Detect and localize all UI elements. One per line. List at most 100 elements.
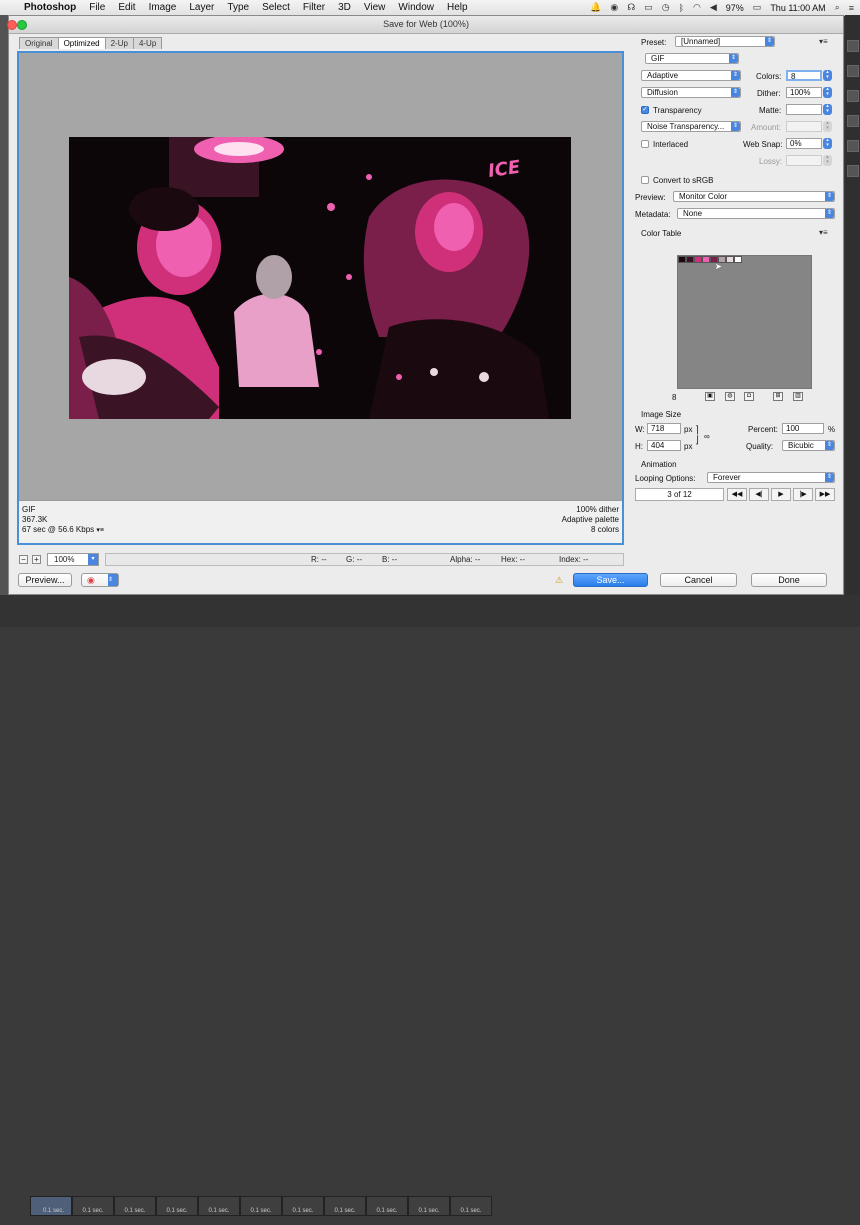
menu-type[interactable]: Type: [221, 2, 256, 13]
done-button[interactable]: Done: [751, 573, 827, 587]
browser-select[interactable]: ◉ ⇕: [81, 573, 119, 587]
trash-icon[interactable]: ▥: [793, 392, 803, 401]
tab-4-up[interactable]: 4-Up: [132, 37, 163, 49]
color-swatch[interactable]: [726, 256, 734, 263]
convert-srgb-checkbox[interactable]: [641, 176, 649, 184]
menu-window[interactable]: Window: [392, 2, 441, 13]
timeline-frame[interactable]: 0.1 sec.: [282, 1196, 324, 1216]
matte-stepper[interactable]: ▴ ▾: [823, 104, 832, 115]
timeline-frame[interactable]: 0.1 sec.: [156, 1196, 198, 1216]
zoom-window-icon[interactable]: [17, 20, 27, 30]
transparency-checkbox[interactable]: ✓: [641, 106, 649, 114]
optimized-preview-pane[interactable]: ICE GIF 367.3K 67 sec @ 56.6 Kbps ▾≡ 100…: [17, 51, 624, 545]
timeline-frame[interactable]: 0.1 sec.: [324, 1196, 366, 1216]
dither-field[interactable]: 100%: [786, 87, 822, 98]
preview-image[interactable]: ICE: [69, 137, 571, 419]
menu-image[interactable]: Image: [143, 2, 184, 13]
record-icon[interactable]: ◉: [610, 2, 618, 13]
spotlight-search-icon[interactable]: ⌕: [835, 2, 840, 13]
panel-icon[interactable]: [847, 115, 859, 127]
map-to-transparent-icon[interactable]: ▣: [705, 392, 715, 401]
menu-edit[interactable]: Edit: [112, 2, 142, 13]
menu-layer[interactable]: Layer: [183, 2, 221, 13]
lock-color-icon[interactable]: ◘: [744, 392, 754, 401]
timeline-frame[interactable]: 0.1 sec.: [114, 1196, 156, 1216]
next-frame-button[interactable]: |▶: [793, 488, 813, 501]
time-machine-icon[interactable]: ◷: [662, 2, 670, 13]
preview-color-select[interactable]: Monitor Color ⇕: [673, 191, 835, 202]
panel-icon[interactable]: [847, 140, 859, 152]
width-field[interactable]: 718: [647, 423, 681, 434]
zoom-level-select[interactable]: 100% ▾: [47, 553, 99, 566]
panel-icon[interactable]: [847, 90, 859, 102]
panel-menu-icon[interactable]: ▾≡: [819, 37, 828, 46]
add-color-icon[interactable]: ⊞: [773, 392, 783, 401]
menu-view[interactable]: View: [358, 2, 393, 13]
headset-icon[interactable]: ☊: [627, 2, 635, 13]
height-field[interactable]: 404: [647, 440, 681, 451]
panel-icon[interactable]: [847, 40, 859, 52]
color-table[interactable]: ➤: [677, 255, 812, 389]
timeline-frame[interactable]: 0.1 sec.: [240, 1196, 282, 1216]
colors-field[interactable]: 8: [786, 70, 822, 81]
web-snap-stepper[interactable]: ▴ ▾: [823, 138, 832, 149]
interlaced-checkbox[interactable]: [641, 140, 649, 148]
colors-stepper[interactable]: ▴ ▾: [823, 70, 832, 81]
tab-2-up[interactable]: 2-Up: [104, 37, 134, 49]
color-table-menu-icon[interactable]: ▾≡: [819, 228, 828, 237]
menu-app-name[interactable]: Photoshop: [18, 2, 83, 13]
color-swatch[interactable]: [678, 256, 686, 263]
menu-3d[interactable]: 3D: [332, 2, 358, 13]
link-proportions-icon[interactable]: ∞: [704, 432, 710, 441]
panel-icon[interactable]: [847, 165, 859, 177]
clock[interactable]: Thu 11:00 AM: [770, 3, 825, 13]
dither-algorithm-select[interactable]: Diffusion ⇕: [641, 87, 741, 98]
wifi-icon[interactable]: ◠: [693, 2, 701, 13]
quality-select[interactable]: Bicubic ⇕: [782, 440, 835, 451]
matte-color-field[interactable]: [786, 104, 822, 115]
menu-file[interactable]: File: [83, 2, 112, 13]
zoom-in-button[interactable]: +: [32, 555, 41, 564]
web-shift-icon[interactable]: ◍: [725, 392, 735, 401]
timeline-frame[interactable]: 0.1 sec.: [30, 1196, 72, 1216]
timeline-frame[interactable]: 0.1 sec.: [366, 1196, 408, 1216]
color-swatch[interactable]: [694, 256, 702, 263]
tab-original[interactable]: Original: [19, 37, 59, 49]
format-select[interactable]: GIF ⇕: [645, 53, 739, 64]
color-swatch[interactable]: [686, 256, 694, 263]
percent-field[interactable]: 100: [782, 423, 824, 434]
tab-optimized[interactable]: Optimized: [57, 37, 106, 49]
timeline-frame[interactable]: 0.1 sec.: [198, 1196, 240, 1216]
color-swatch[interactable]: [702, 256, 710, 263]
timeline-frame[interactable]: 0.1 sec.: [72, 1196, 114, 1216]
play-button[interactable]: ▶: [771, 488, 791, 501]
dither-stepper[interactable]: ▴ ▾: [823, 87, 832, 98]
metadata-select[interactable]: None ⇕: [677, 208, 835, 219]
battery-icon[interactable]: ▭: [753, 2, 762, 13]
notification-center-icon[interactable]: ≡: [849, 3, 854, 13]
menu-filter[interactable]: Filter: [297, 2, 332, 13]
transparency-dither-select[interactable]: Noise Transparency... ⇕: [641, 121, 741, 132]
looping-options-select[interactable]: Forever ⇕: [707, 472, 835, 483]
cancel-button[interactable]: Cancel: [660, 573, 737, 587]
close-window-icon[interactable]: [7, 20, 17, 30]
first-frame-button[interactable]: ◀◀: [727, 488, 747, 501]
timeline-frame[interactable]: 0.1 sec.: [408, 1196, 450, 1216]
volume-icon[interactable]: ◀: [710, 2, 717, 13]
notification-bell-icon[interactable]: 🔔: [590, 2, 601, 13]
airplay-icon[interactable]: ▭: [644, 2, 653, 13]
web-snap-field[interactable]: 0%: [786, 138, 822, 149]
color-swatch[interactable]: [734, 256, 742, 263]
menu-help[interactable]: Help: [441, 2, 475, 13]
panel-icon[interactable]: [847, 65, 859, 77]
download-time-menu-icon[interactable]: ▾≡: [96, 527, 104, 534]
timeline-frame[interactable]: 0.1 sec.: [450, 1196, 492, 1216]
menu-select[interactable]: Select: [256, 2, 297, 13]
last-frame-button[interactable]: ▶▶: [815, 488, 835, 501]
preview-button[interactable]: Preview...: [18, 573, 72, 587]
save-button[interactable]: Save...: [573, 573, 648, 587]
preset-select[interactable]: [Unnamed] ⇕: [675, 36, 775, 47]
previous-frame-button[interactable]: ◀|: [749, 488, 769, 501]
bluetooth-icon[interactable]: ᛒ: [679, 3, 684, 13]
zoom-out-button[interactable]: −: [19, 555, 28, 564]
